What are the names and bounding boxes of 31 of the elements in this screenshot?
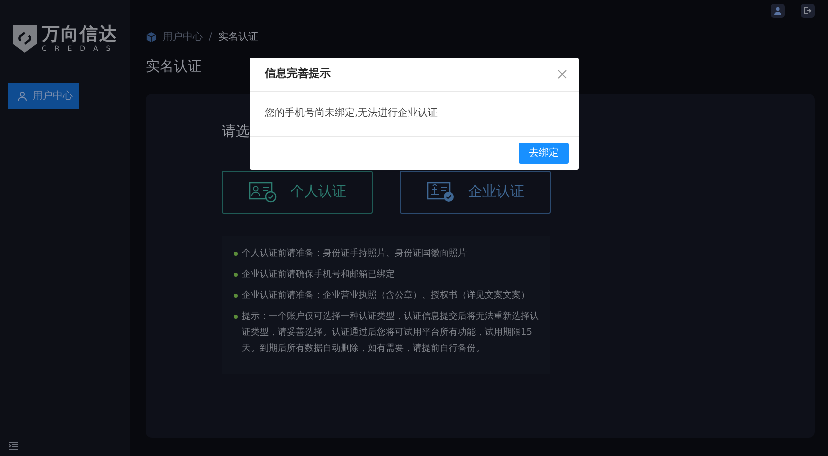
user-icon	[774, 7, 782, 15]
breadcrumb-current: 实名认证	[218, 30, 258, 45]
verification-option-button[interactable]: 个人认证	[222, 171, 373, 214]
note-text: 企业认证前请确保手机号和邮箱已绑定	[242, 268, 395, 282]
business-card-check-icon	[426, 182, 454, 203]
bullet-dot	[234, 315, 238, 319]
logo-shield-icon	[12, 24, 38, 54]
breadcrumb-separator: /	[209, 31, 212, 45]
cube-icon	[146, 32, 157, 43]
prompt-heading: 请选	[222, 123, 251, 142]
page-title: 实名认证	[146, 58, 202, 77]
logout-button[interactable]	[801, 4, 815, 18]
sidebar-item[interactable]: 用户中心	[8, 83, 79, 109]
breadcrumb-link[interactable]: 用户中心	[163, 30, 203, 45]
menu-collapse-icon[interactable]	[9, 442, 18, 450]
bind-button[interactable]: 去绑定	[519, 143, 569, 164]
bullet-dot	[234, 252, 238, 256]
dialog-title: 信息完善提示	[265, 66, 331, 82]
user-button[interactable]	[771, 4, 785, 18]
logo-name: 万向信达	[42, 26, 119, 44]
close-button[interactable]	[558, 70, 567, 79]
note-text: 提示：一个账户仅可选择一种认证类型，认证信息提交后将无法重新选择认证类型，请妥善选择。认证通过后您将可试用平台所有功能，试用期限15天。到期后所有数据自动删除，如有需要，请提前自行备份。	[242, 310, 540, 356]
dialog-message: 您的手机号尚未绑定,无法进行企业认证	[265, 108, 438, 119]
bullet-dot	[234, 273, 238, 277]
verification-option-button[interactable]: 企业认证	[400, 171, 551, 214]
note-text: 个人认证前请准备：身份证手持照片、身份证国徽面照片	[242, 248, 467, 261]
id-card-check-icon	[248, 182, 276, 203]
logout-icon	[804, 7, 812, 15]
note-text: 企业认证前请准备：企业营业执照（含公章）、授权书（详见文案文案）	[242, 289, 530, 303]
user-icon	[18, 92, 27, 100]
bullet-dot	[234, 294, 238, 298]
